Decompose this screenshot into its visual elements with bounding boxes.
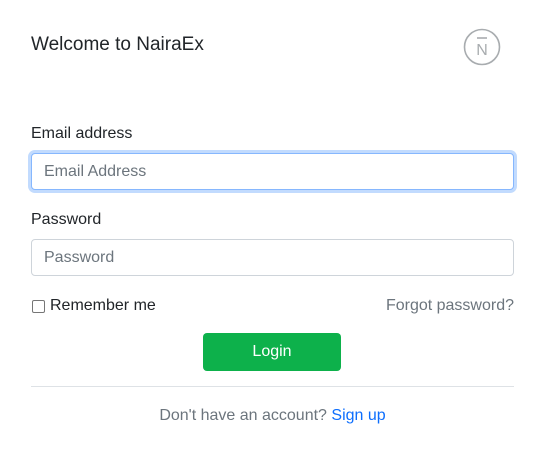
remember-me-checkbox[interactable] — [32, 299, 45, 313]
signup-row: Don't have an account? Sign up — [0, 407, 545, 425]
login-page: Welcome to NairaEx N Email address Passw… — [0, 0, 545, 460]
login-button[interactable]: Login — [203, 333, 341, 371]
email-field[interactable] — [31, 153, 514, 190]
password-field[interactable] — [31, 239, 514, 276]
divider — [31, 386, 514, 387]
signup-link[interactable]: Sign up — [331, 407, 385, 424]
forgot-password-link[interactable]: Forgot password? — [386, 297, 514, 315]
password-label: Password — [31, 211, 102, 228]
remember-me-group[interactable]: Remember me — [31, 297, 156, 315]
logo-letter: N — [476, 42, 488, 59]
email-label: Email address — [31, 125, 133, 142]
nairaex-logo-icon: N — [463, 28, 501, 66]
page-title: Welcome to NairaEx — [31, 34, 204, 55]
signup-prompt: Don't have an account? — [159, 407, 332, 424]
remember-me-label[interactable]: Remember me — [50, 297, 156, 315]
